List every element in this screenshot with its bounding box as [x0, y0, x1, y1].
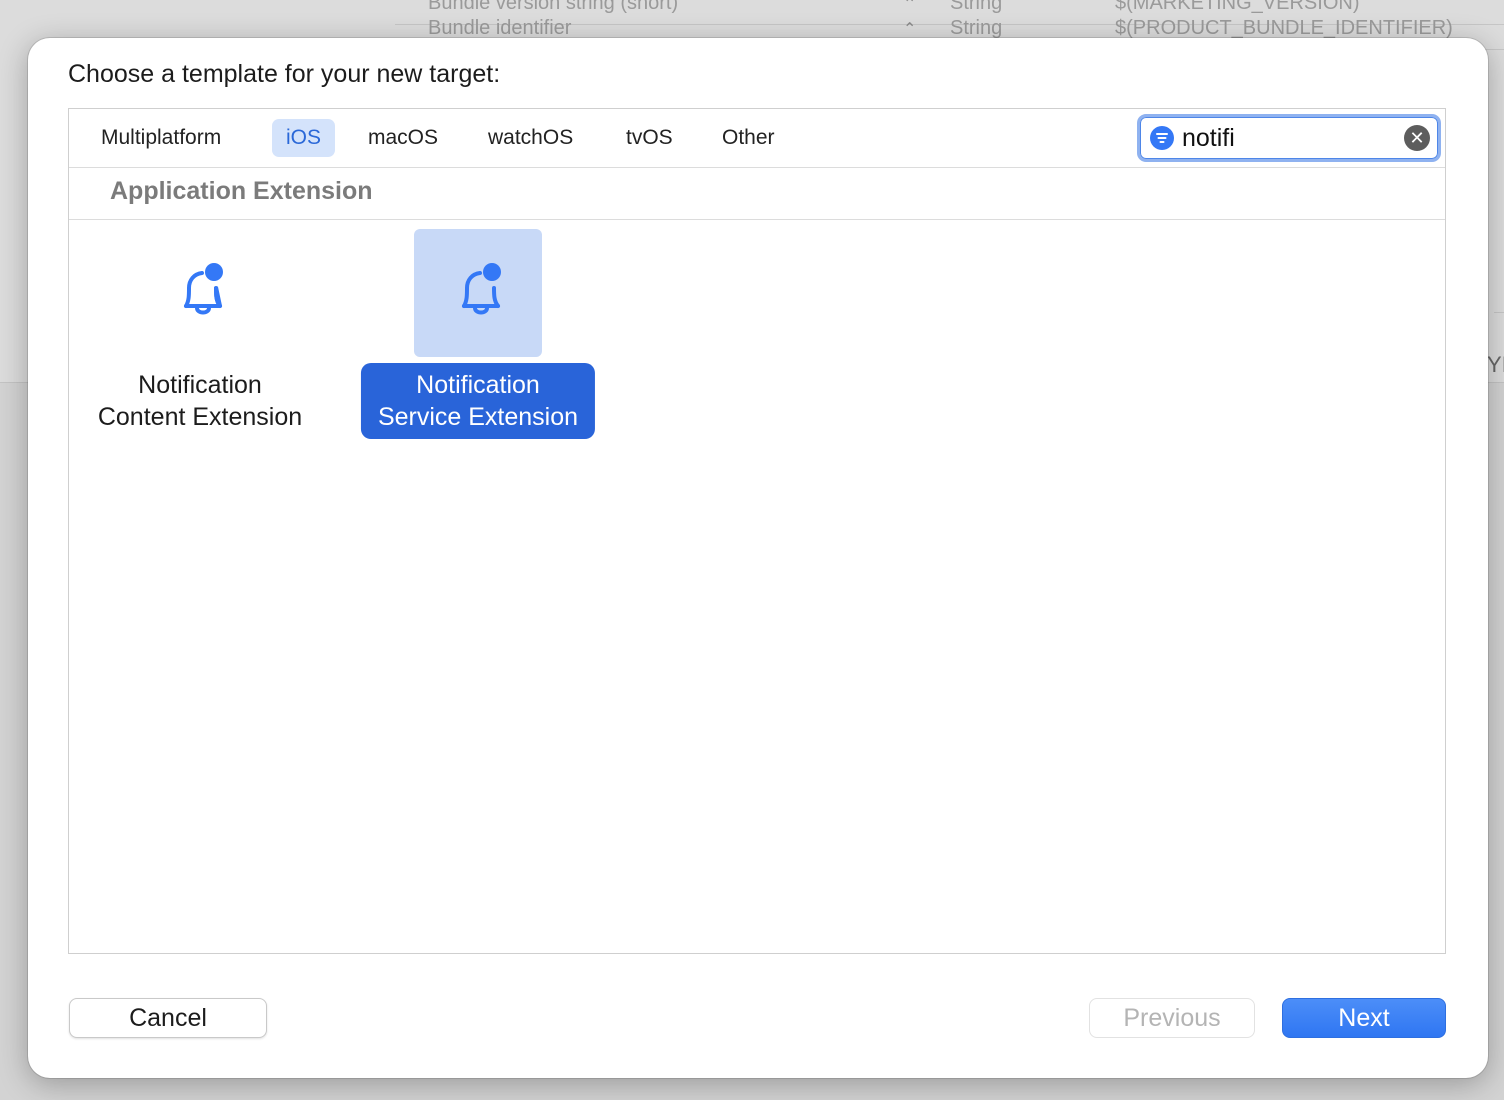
side-fragment-text: YI — [1487, 352, 1504, 377]
tab-watchos[interactable]: watchOS — [474, 119, 587, 157]
sheet-title: Choose a template for your new target: — [68, 60, 501, 88]
filter-icon[interactable] — [1150, 126, 1174, 150]
template-label-line1: Notification — [416, 371, 540, 399]
template-icon-container — [414, 229, 542, 357]
bell-badge-icon — [184, 263, 223, 315]
template-label-line1: Notification — [138, 371, 262, 399]
tab-macos[interactable]: macOS — [354, 119, 452, 157]
plist-row-key: Bundle identifier — [428, 17, 572, 39]
template-search-field[interactable]: ✕ — [1137, 114, 1441, 162]
template-label-line2: Content Extension — [97, 403, 303, 431]
template-browser: Multiplatform iOS macOS watchOS tvOS Oth… — [68, 108, 1446, 954]
template-icon-container — [136, 229, 264, 357]
side-divider — [1494, 312, 1504, 313]
plist-row-value: $(MARKETING_VERSION) — [1115, 0, 1360, 14]
tab-other[interactable]: Other — [708, 119, 789, 157]
cancel-button[interactable]: Cancel — [69, 998, 267, 1038]
template-label-line2: Service Extension — [377, 403, 579, 431]
plist-row-type: String — [950, 0, 1003, 14]
platform-tab-bar: Multiplatform iOS macOS watchOS tvOS Oth… — [69, 109, 1445, 168]
plist-row-key: Bundle version string (short) — [428, 0, 679, 14]
tab-ios[interactable]: iOS — [272, 119, 336, 157]
bell-badge-icon — [462, 263, 501, 315]
new-target-sheet: Choose a template for your new target: M… — [28, 38, 1488, 1078]
template-notification-service-extension[interactable]: Notification Service Extension — [338, 229, 618, 449]
stepper-icon[interactable]: ⌃ — [903, 0, 916, 16]
clear-icon[interactable]: ✕ — [1404, 125, 1430, 151]
plist-row-type: String — [950, 17, 1003, 39]
previous-button[interactable]: Previous — [1089, 998, 1255, 1038]
tab-multiplatform[interactable]: Multiplatform — [87, 119, 235, 157]
search-input[interactable] — [1182, 121, 1392, 155]
template-notification-content-extension[interactable]: Notification Content Extension — [60, 229, 340, 449]
tab-tvos[interactable]: tvOS — [612, 119, 687, 157]
plist-row-value: $(PRODUCT_BUNDLE_IDENTIFIER) — [1115, 17, 1453, 39]
section-header: Application Extension — [69, 167, 1445, 220]
template-label: Notification Service Extension — [360, 363, 596, 439]
next-button[interactable]: Next — [1282, 998, 1446, 1038]
template-label: Notification Content Extension — [81, 363, 319, 439]
section-title: Application Extension — [110, 177, 373, 205]
